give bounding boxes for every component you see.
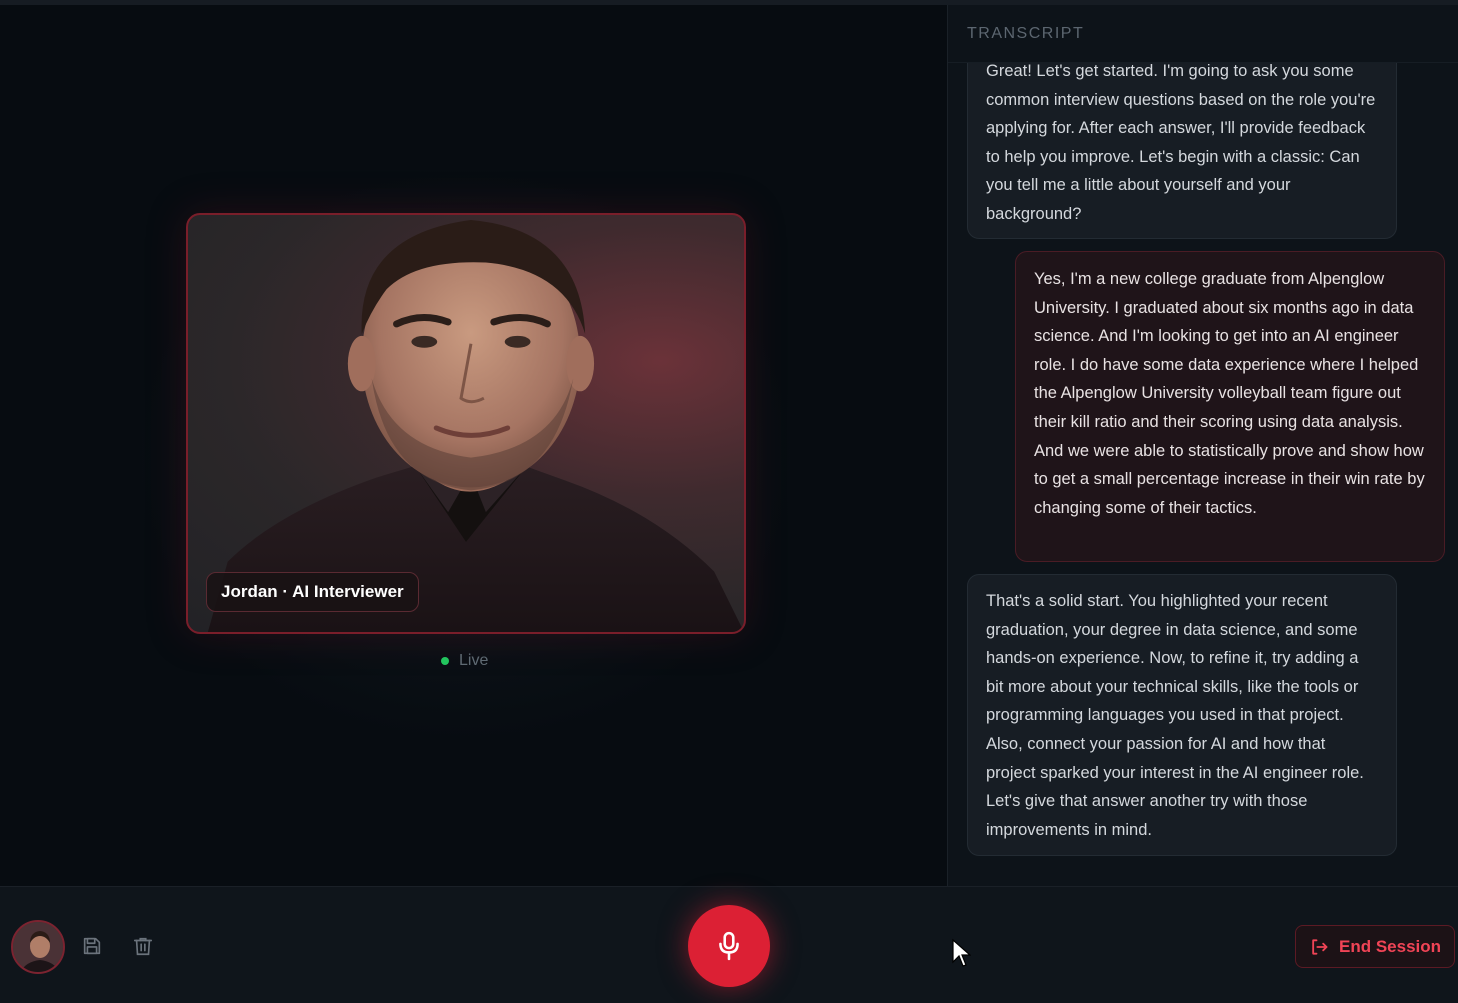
- live-label: Live: [459, 652, 489, 669]
- transcript-title: TRANSCRIPT: [948, 5, 1458, 63]
- interviewer-portrait: [207, 219, 744, 632]
- end-session-label: End Session: [1338, 936, 1442, 956]
- message-user: Yes, I'm a new college graduate from Alp…: [1015, 251, 1445, 562]
- message-ai: Great! Let's get started. I'm going to a…: [967, 45, 1397, 239]
- mouse-cursor-icon: [952, 938, 971, 967]
- control-bar: End Session: [0, 886, 1458, 1003]
- delete-button[interactable]: [130, 933, 156, 959]
- logout-icon: [1312, 938, 1328, 955]
- live-dot-icon: [441, 657, 449, 665]
- save-button[interactable]: [79, 933, 105, 959]
- transcript-panel[interactable]: TRANSCRIPT Great! Let's get started. I'm…: [947, 5, 1458, 886]
- end-session-button[interactable]: End Session: [1295, 925, 1455, 968]
- microphone-button[interactable]: [688, 905, 770, 987]
- trash-icon: [133, 937, 153, 956]
- avatar-portrait-icon: [13, 922, 63, 972]
- interviewer-video: Jordan · AI Interviewer: [186, 213, 746, 634]
- microphone-icon: [719, 931, 739, 961]
- save-icon: [83, 937, 101, 955]
- interviewer-name-tag: Jordan · AI Interviewer: [206, 572, 419, 612]
- avatar[interactable]: [11, 920, 65, 974]
- message-ai: That's a solid start. You highlighted yo…: [967, 574, 1397, 856]
- live-indicator: Live: [441, 652, 488, 670]
